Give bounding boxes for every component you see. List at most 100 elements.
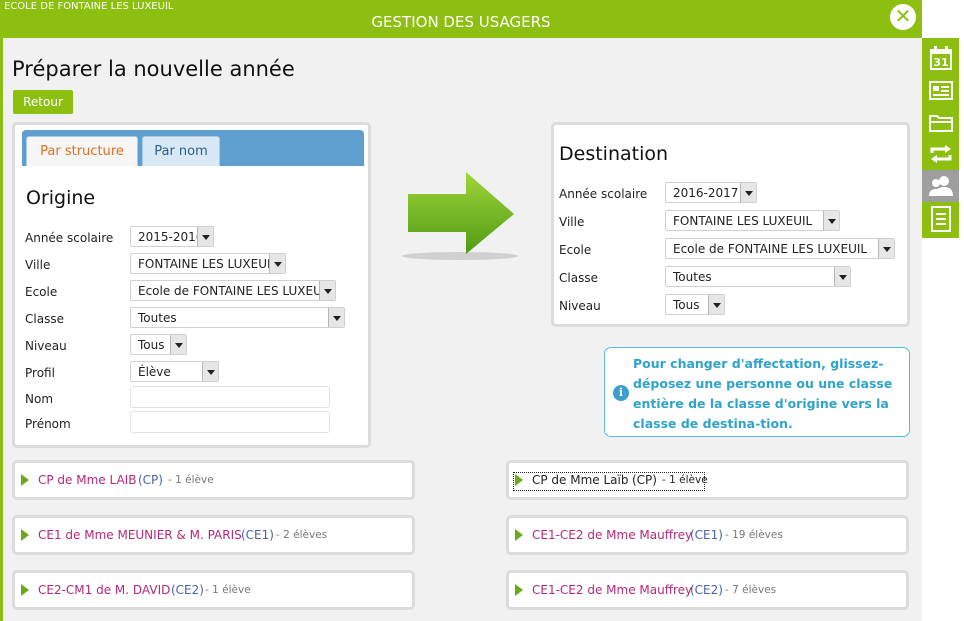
dest-year-select[interactable]: 2016-2017: [665, 182, 757, 203]
origin-school-value: Ecole de FONTAINE LES LUXEUIL: [138, 284, 333, 298]
tab-bar: Par structure Par nom: [22, 130, 364, 166]
document-icon[interactable]: [926, 204, 955, 232]
close-button[interactable]: ✕: [890, 4, 916, 30]
folder-icon[interactable]: [926, 108, 955, 136]
origin-year-label: Année scolaire: [25, 231, 114, 245]
class-code: (CE2): [690, 583, 723, 597]
origin-school-select[interactable]: Ecole de FONTAINE LES LUXEUIL: [130, 280, 336, 301]
dest-class-value: Toutes: [673, 270, 712, 284]
destination-title: Destination: [559, 143, 669, 165]
class-name: CE2-CM1 de M. DAVID: [38, 583, 171, 597]
back-button[interactable]: Retour: [13, 90, 73, 114]
class-code: (CE2): [171, 583, 204, 597]
chevron-down-icon: [740, 183, 756, 202]
origin-city-label: Ville: [25, 258, 51, 272]
origin-level-value: Tous: [138, 338, 165, 352]
newspaper-icon[interactable]: [926, 76, 955, 104]
dest-city-select[interactable]: FONTAINE LES LUXEUIL: [665, 210, 840, 231]
origin-class-item[interactable]: CE1 de Mme MEUNIER & M. PARIS (CE1) - 2 …: [12, 515, 415, 555]
class-code: (CP): [632, 473, 657, 487]
right-sidebar: 31: [922, 38, 959, 238]
class-code: (CE1): [690, 528, 723, 542]
expand-arrow-icon[interactable]: [21, 584, 29, 596]
arrow-right-icon: [402, 172, 518, 260]
page-title: Préparer la nouvelle année: [12, 57, 295, 81]
class-count: - 19 élèves: [725, 529, 783, 541]
chevron-down-icon: [319, 281, 335, 300]
origin-level-label: Niveau: [25, 339, 67, 353]
class-name: CE1 de Mme MEUNIER & M. PARIS: [38, 528, 242, 542]
expand-arrow-icon[interactable]: [21, 529, 29, 541]
expand-arrow-icon[interactable]: [515, 474, 523, 486]
class-count: - 1 élève: [662, 474, 708, 486]
class-name: CP de Mme Laïb: [532, 473, 629, 487]
firstname-input[interactable]: [130, 411, 330, 433]
chevron-down-icon: [202, 362, 218, 381]
class-name: CP de Mme LAIB: [38, 473, 137, 487]
dest-level-label: Niveau: [559, 299, 601, 313]
dest-year-value: 2016-2017: [673, 186, 739, 200]
origin-school-label: Ecole: [25, 285, 58, 299]
info-text: Pour changer d'affectation, glissez-dépo…: [633, 356, 893, 431]
svg-text:31: 31: [933, 56, 948, 69]
app-title: GESTION DES USAGERS: [371, 13, 551, 31]
dest-school-value: Ecole de FONTAINE LES LUXEUIL: [673, 242, 868, 256]
school-name: ECOLE DE FONTAINE LES LUXEUIL: [4, 1, 174, 12]
class-count: - 1 élève: [168, 474, 214, 486]
destination-class-item[interactable]: CE1-CE2 de Mme Mauffrey (CE2) - 7 élèves: [506, 570, 909, 610]
origin-class-label: Classe: [25, 312, 64, 326]
dest-school-label: Ecole: [559, 243, 592, 257]
destination-panel: Destination Année scolaire 2016-2017 Vil…: [551, 122, 910, 327]
expand-arrow-icon[interactable]: [515, 529, 523, 541]
dest-level-value: Tous: [673, 298, 700, 312]
class-code: (CE1): [241, 528, 274, 542]
chevron-down-icon: [328, 308, 344, 327]
dest-year-label: Année scolaire: [559, 187, 648, 201]
class-code: (CP): [138, 473, 163, 487]
chevron-down-icon: [878, 239, 894, 258]
info-icon: i: [613, 385, 629, 401]
chevron-down-icon: [170, 335, 186, 354]
chevron-down-icon: [823, 211, 839, 230]
dest-city-label: Ville: [559, 215, 585, 229]
destination-class-item[interactable]: CE1-CE2 de Mme Mauffrey (CE1) - 19 élève…: [506, 515, 909, 555]
origin-profile-label: Profil: [25, 366, 55, 380]
expand-arrow-icon[interactable]: [515, 584, 523, 596]
origin-class-value: Toutes: [138, 311, 177, 325]
expand-arrow-icon[interactable]: [21, 474, 29, 486]
class-name: CE1-CE2 de Mme Mauffrey: [532, 583, 693, 597]
transfer-icon[interactable]: [926, 140, 955, 168]
dest-class-select[interactable]: Toutes: [665, 266, 851, 287]
destination-class-item[interactable]: CP de Mme Laïb (CP) - 1 élève: [506, 460, 909, 500]
class-name: CE1-CE2 de Mme Mauffrey: [532, 528, 693, 542]
origin-level-select[interactable]: Tous: [130, 334, 187, 355]
name-label: Nom: [25, 392, 54, 406]
origin-year-value: 2015-2016: [138, 230, 204, 244]
origin-panel: Par structure Par nom Origine Année scol…: [12, 122, 371, 448]
chevron-down-icon: [708, 295, 724, 314]
origin-year-select[interactable]: 2015-2016: [130, 226, 214, 247]
dest-city-value: FONTAINE LES LUXEUIL: [673, 214, 813, 228]
header-bar: ECOLE DE FONTAINE LES LUXEUIL GESTION DE…: [0, 0, 922, 38]
origin-class-item[interactable]: CE2-CM1 de M. DAVID (CE2) - 1 élève: [12, 570, 415, 610]
chevron-down-icon: [269, 254, 285, 273]
origin-profile-value: Élève: [138, 365, 171, 379]
origin-city-value: FONTAINE LES LUXEUIL: [138, 257, 278, 271]
users-icon[interactable]: [922, 170, 959, 202]
dest-school-select[interactable]: Ecole de FONTAINE LES LUXEUIL: [665, 238, 895, 259]
firstname-label: Prénom: [25, 417, 71, 431]
chevron-down-icon: [834, 267, 850, 286]
info-message: i Pour changer d'affectation, glissez-dé…: [604, 347, 910, 437]
calendar-icon[interactable]: 31: [926, 44, 955, 72]
origin-class-item[interactable]: CP de Mme LAIB (CP) - 1 élève: [12, 460, 415, 500]
origin-class-select[interactable]: Toutes: [130, 307, 345, 328]
dest-level-select[interactable]: Tous: [665, 294, 725, 315]
class-count: - 2 élèves: [276, 529, 328, 541]
origin-city-select[interactable]: FONTAINE LES LUXEUIL: [130, 253, 286, 274]
tab-par-structure[interactable]: Par structure: [26, 136, 138, 166]
class-count: - 7 élèves: [725, 584, 777, 596]
tab-par-nom[interactable]: Par nom: [142, 136, 220, 166]
dest-class-label: Classe: [559, 271, 598, 285]
origin-profile-select[interactable]: Élève: [130, 361, 219, 382]
name-input[interactable]: [130, 386, 330, 408]
